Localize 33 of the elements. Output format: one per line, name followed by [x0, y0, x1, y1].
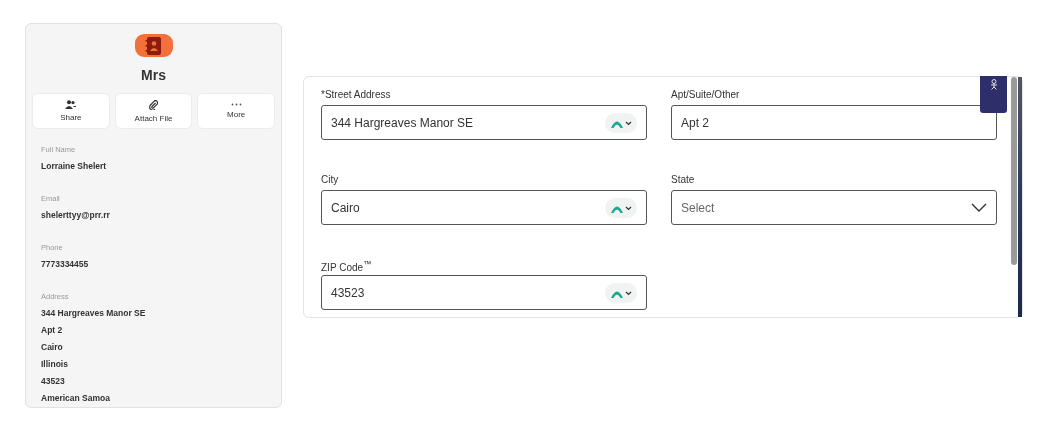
field-value: 7773334455: [41, 258, 90, 271]
contact-title: Mrs: [141, 67, 166, 83]
autofill-icon[interactable]: [605, 112, 637, 133]
input-field[interactable]: Apt 2: [671, 105, 997, 140]
chevron-down-icon: [971, 203, 987, 212]
form-label: State: [671, 174, 696, 186]
input-field[interactable]: Cairo: [321, 190, 647, 225]
person-icon: [989, 79, 998, 90]
field-value: Lorraine Shelert: [41, 160, 108, 173]
autofill-icon[interactable]: [605, 282, 637, 303]
input-field[interactable]: 43523: [321, 275, 647, 310]
field-value: 43523: [41, 375, 66, 388]
field-value: Apt 2: [41, 324, 64, 337]
form-label: City: [321, 174, 340, 186]
form-label: Apt/Suite/Other: [671, 89, 741, 101]
field-value: Illinois: [41, 358, 69, 371]
ellipsis-icon: [230, 103, 242, 106]
field-value: American Samoa: [41, 392, 111, 405]
action-button[interactable]: Share: [32, 93, 110, 129]
state-dropdown[interactable]: Select: [671, 190, 997, 225]
action-button[interactable]: More: [197, 93, 275, 129]
input-field[interactable]: 344 Hargreaves Manor SE: [321, 105, 647, 140]
contact-book-icon: [134, 34, 173, 57]
action-button[interactable]: Attach File: [114, 93, 193, 129]
field-value: Cairo: [41, 341, 64, 354]
side-tab[interactable]: [980, 76, 1007, 113]
form-label: ZIP Code$^{™}$: [321, 259, 373, 271]
autofill-icon[interactable]: [605, 197, 637, 218]
field-value: 344 Hargreaves Manor SE: [41, 307, 147, 320]
paperclip-icon: [149, 99, 158, 110]
people-icon: [65, 100, 77, 109]
form-label: *Street Address: [321, 89, 392, 101]
field-value: shelerttyy@prr.rr: [41, 209, 111, 222]
